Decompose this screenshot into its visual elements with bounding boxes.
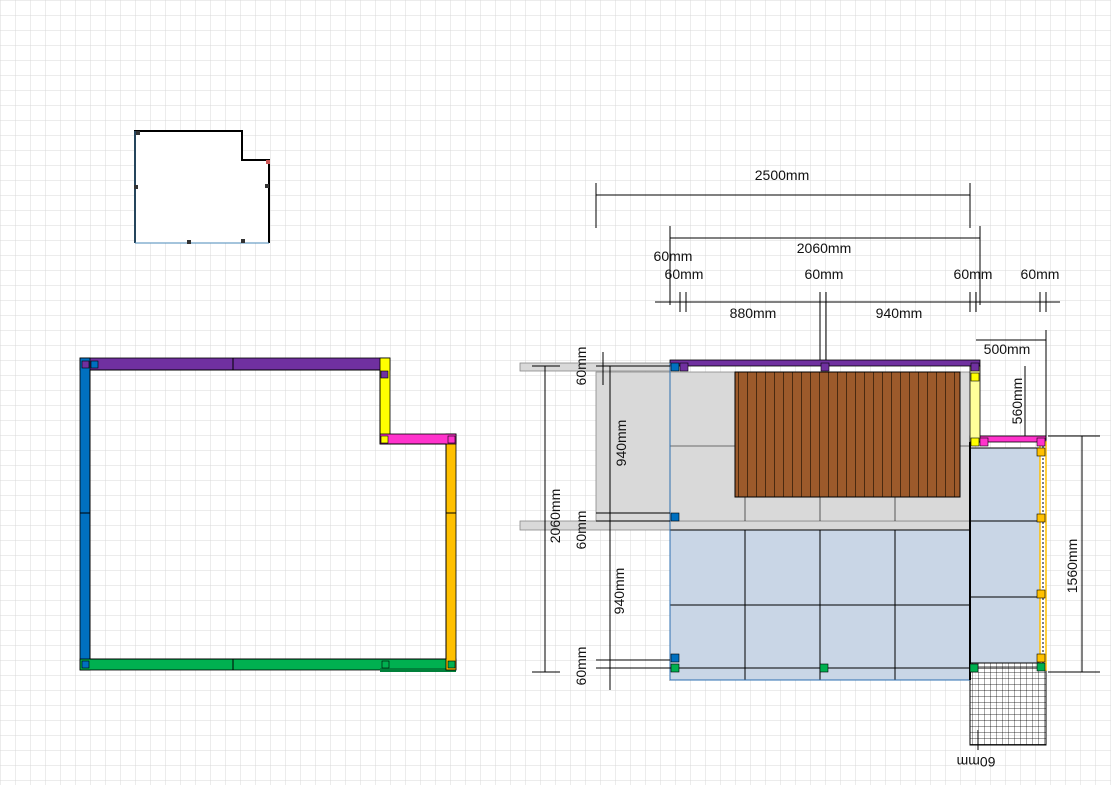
- dim-2500: 2500mm: [755, 167, 809, 183]
- beam-top-left: [519, 362, 671, 372]
- dim-left-top-post: 60mm: [573, 347, 589, 386]
- dim-post-d: 60mm: [954, 266, 993, 282]
- dim-left-lower-940: 940mm: [611, 568, 627, 615]
- fine-grid-area: [969, 662, 1047, 746]
- floor-plan-drawing[interactable]: 2500mm 2060mm 60mm 60mm 60mm 60mm 60mm 8…: [0, 0, 1111, 785]
- dim-2060-top: 2060mm: [797, 240, 851, 256]
- decking-area[interactable]: [734, 371, 961, 498]
- floor-panels-right[interactable]: [969, 447, 1041, 664]
- dim-post-b: 60mm: [665, 266, 704, 282]
- drawing-canvas[interactable]: 2500mm 2060mm 60mm 60mm 60mm 60mm 60mm 8…: [0, 0, 1111, 785]
- dim-940: 940mm: [876, 305, 923, 321]
- wall-left[interactable]: [79, 357, 91, 671]
- dim-560: 560mm: [1009, 378, 1025, 425]
- dim-1560: 1560mm: [1064, 539, 1080, 593]
- dim-post-c: 60mm: [805, 266, 844, 282]
- dim-left-bottom-post: 60mm: [573, 647, 589, 686]
- dim-post-a: 60mm: [654, 248, 693, 264]
- wall-top[interactable]: [79, 357, 391, 371]
- dim-post-e: 60mm: [1021, 266, 1060, 282]
- dim-left-mid-post: 60mm: [573, 511, 589, 550]
- wall-step-horizontal[interactable]: [379, 433, 457, 445]
- dim-left-2060: 2060mm: [547, 489, 563, 543]
- dim-880: 880mm: [730, 305, 777, 321]
- dim-bottom-flipped: 60mm: [957, 754, 996, 770]
- dim-left-upper-940: 940mm: [613, 420, 629, 467]
- wall-right[interactable]: [445, 433, 457, 671]
- dim-500: 500mm: [984, 341, 1031, 357]
